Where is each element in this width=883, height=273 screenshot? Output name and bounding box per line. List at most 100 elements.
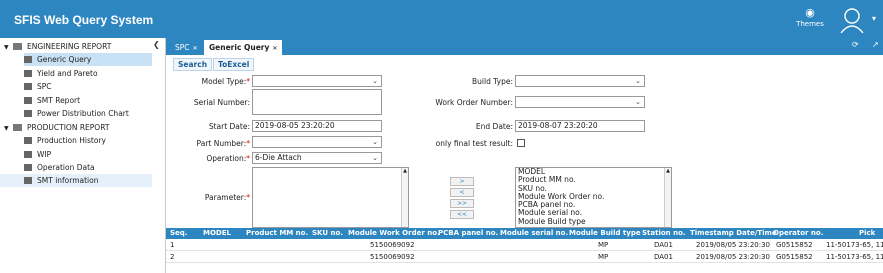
column-header[interactable]: Product MM no.: [246, 228, 308, 239]
table-cell: 5150069092: [370, 241, 415, 249]
table-row[interactable]: 1 5150069092 MP DA01 2019/08/05 23:20:30…: [166, 239, 883, 251]
themes-button[interactable]: ◉ Themes: [790, 6, 830, 28]
chevron-down-icon[interactable]: ▾: [872, 14, 876, 23]
table-cell: MP: [598, 253, 609, 261]
sidebar: ❮ ▼ ENGINEERING REPORT Generic Query Yiel…: [0, 38, 166, 273]
operation-select[interactable]: 6-Die Attach ⌄: [252, 152, 382, 164]
close-icon[interactable]: ✕: [272, 45, 277, 52]
serial-number-textarea[interactable]: [252, 89, 382, 115]
sidebar-item-label: ENGINEERING REPORT: [27, 42, 112, 51]
search-button[interactable]: Search: [173, 58, 213, 71]
column-header[interactable]: SKU no.: [312, 228, 343, 239]
tab-generic-query[interactable]: Generic Query ✕: [204, 40, 283, 55]
column-header[interactable]: MODEL: [203, 228, 231, 239]
column-header[interactable]: Module Build type: [569, 228, 641, 239]
column-header[interactable]: Module Work Order no.: [348, 228, 440, 239]
chevron-down-icon: ⌄: [635, 98, 641, 106]
chevron-down-icon: ⌄: [372, 138, 378, 146]
sidebar-item-yield-and-pareto[interactable]: Yield and Pareto: [24, 67, 98, 80]
parameter-available-list[interactable]: MODEL Product MM no. SKU no. Module Work…: [515, 167, 672, 228]
chevron-down-icon: ⌄: [372, 77, 378, 85]
column-header[interactable]: Timestamp Date/Time: [690, 228, 777, 239]
palette-icon: ◉: [805, 6, 815, 19]
folder-icon: [13, 43, 22, 50]
sidebar-folder-engineering-report[interactable]: ▼ ENGINEERING REPORT: [4, 40, 111, 53]
column-header[interactable]: Pick: [859, 228, 875, 239]
scrollbar[interactable]: ▲: [401, 168, 408, 227]
tab-label: SPC: [175, 43, 190, 52]
sidebar-item-label: Generic Query: [37, 55, 92, 64]
sidebar-item-power-distribution-chart[interactable]: Power Distribution Chart: [24, 107, 129, 120]
operation-label: Operation:*: [206, 154, 250, 163]
app-title: SFIS Web Query System: [14, 13, 154, 27]
sidebar-item-label: Yield and Pareto: [37, 69, 98, 78]
serial-number-label: Serial Number:: [193, 98, 250, 107]
file-icon: [24, 110, 32, 117]
chevron-down-icon: ⌄: [635, 77, 641, 85]
file-icon: [24, 83, 32, 90]
sidebar-item-operation-data[interactable]: Operation Data: [24, 161, 95, 174]
sidebar-item-label: Operation Data: [37, 163, 95, 172]
tab-label: Generic Query: [209, 43, 270, 52]
column-header[interactable]: Seq.: [170, 228, 187, 239]
file-icon: [24, 70, 32, 77]
sidebar-item-label: PRODUCTION REPORT: [27, 123, 110, 132]
work-order-number-select[interactable]: ⌄: [515, 96, 645, 108]
themes-label: Themes: [796, 20, 824, 28]
column-header[interactable]: Station no.: [642, 228, 686, 239]
toexcel-button[interactable]: ToExcel: [213, 58, 255, 71]
file-icon: [24, 97, 32, 104]
sidebar-item-label: Power Distribution Chart: [37, 109, 129, 118]
user-avatar-icon[interactable]: [840, 7, 864, 35]
sidebar-item-wip[interactable]: WIP: [24, 148, 51, 161]
table-cell: DA01: [654, 253, 673, 261]
tab-spc[interactable]: SPC ✕: [170, 40, 203, 55]
close-icon[interactable]: ✕: [193, 45, 198, 52]
move-all-right-button[interactable]: >>: [450, 199, 474, 208]
refresh-icon[interactable]: ⟳: [852, 40, 859, 49]
sidebar-item-generic-query[interactable]: Generic Query: [24, 53, 152, 66]
move-all-left-button[interactable]: <<: [450, 210, 474, 219]
build-type-select[interactable]: ⌄: [515, 75, 645, 87]
end-date-label: End Date:: [475, 122, 513, 131]
table-row[interactable]: 2 5150069092 MP DA01 2019/08/05 23:20:30…: [166, 251, 883, 263]
sidebar-folder-production-report[interactable]: ▼ PRODUCTION REPORT: [4, 121, 109, 134]
grid-header: Seq. MODEL Product MM no. SKU no. Module…: [166, 228, 883, 239]
end-date-input[interactable]: 2019-08-07 23:20:20: [515, 120, 645, 132]
file-icon: [24, 151, 32, 158]
column-header[interactable]: Module serial no.: [500, 228, 568, 239]
move-left-button[interactable]: <: [450, 188, 474, 197]
sidebar-item-production-history[interactable]: Production History: [24, 134, 106, 147]
sidebar-item-smt-report[interactable]: SMT Report: [24, 94, 80, 107]
parameter-label: Parameter:*: [204, 193, 250, 202]
sidebar-item-label: SMT Report: [37, 96, 81, 105]
expand-toggle-icon[interactable]: ▼: [4, 41, 13, 54]
column-header[interactable]: Operator no.: [773, 228, 823, 239]
table-cell: MP: [598, 241, 609, 249]
scrollbar[interactable]: ▲: [664, 168, 671, 227]
sidebar-item-label: WIP: [37, 150, 52, 159]
move-right-button[interactable]: >: [450, 177, 474, 186]
start-date-input[interactable]: 2019-08-05 23:20:20: [252, 120, 382, 132]
expand-toggle-icon[interactable]: ▼: [4, 122, 13, 135]
sidebar-item-smt-information[interactable]: SMT information: [0, 174, 152, 187]
table-cell: 1: [170, 241, 175, 249]
model-type-select[interactable]: ⌄: [252, 75, 382, 87]
parameter-selected-list[interactable]: ▲: [252, 167, 409, 228]
only-final-test-result-checkbox[interactable]: [517, 139, 525, 147]
column-header[interactable]: PCBA panel no.: [438, 228, 498, 239]
part-number-select[interactable]: ⌄: [252, 136, 382, 148]
work-order-number-label: Work Order Number:: [435, 98, 513, 107]
table-cell: G0515852: [776, 253, 813, 261]
table-cell: 2019/08/05 23:20:30: [696, 253, 771, 261]
build-type-label: Build Type:: [472, 77, 513, 86]
list-item[interactable]: Module Build type: [516, 217, 671, 226]
table-cell: 2: [170, 253, 175, 261]
expand-icon[interactable]: ↗: [872, 40, 879, 49]
collapse-sidebar-icon[interactable]: ❮: [153, 40, 160, 49]
file-icon: [24, 164, 32, 171]
file-icon: [24, 56, 32, 63]
table-cell: 11-50173-65, 11: [826, 253, 883, 261]
sidebar-item-spc[interactable]: SPC: [24, 80, 52, 93]
file-icon: [24, 177, 32, 184]
